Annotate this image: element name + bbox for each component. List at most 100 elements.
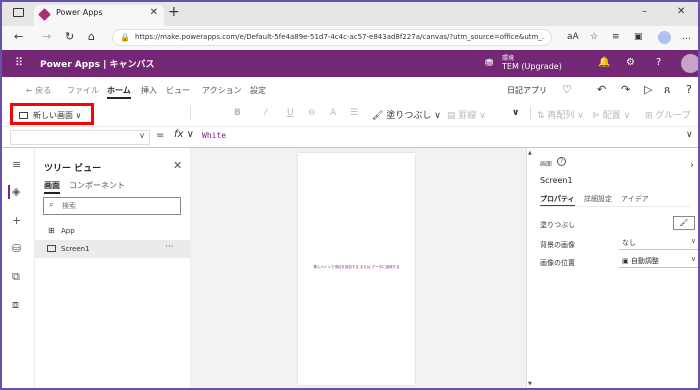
fx-label: fx <box>174 129 184 140</box>
address-bar: ← → ↻ ⌂ 🔒 https://make.powerapps.com/e/D… <box>2 26 698 50</box>
app-icon: ⊞ <box>48 226 55 235</box>
app-name-label: 日記アプリ <box>507 86 547 95</box>
scroll-up-icon[interactable]: ▲ <box>528 150 532 156</box>
menu-settings[interactable]: 設定 <box>250 85 266 96</box>
minimize-icon[interactable]: – <box>642 6 647 17</box>
redo-icon[interactable]: ↷ <box>621 83 630 96</box>
share-icon[interactable]: ጸ <box>664 83 670 97</box>
help-question-icon[interactable]: ? <box>686 83 692 96</box>
fill-color-button[interactable]: 🖌 <box>673 216 695 230</box>
app-checker-icon[interactable]: ♡ <box>562 83 572 96</box>
fx-button[interactable]: fx ∨ <box>174 129 194 140</box>
tab-close-icon[interactable]: ✕ <box>150 7 158 18</box>
more-icon[interactable]: … <box>682 32 691 42</box>
tab-components[interactable]: コンポーネント <box>69 180 125 191</box>
equals-sign: = <box>156 130 165 141</box>
environment-label: 環境 <box>502 55 515 62</box>
menu-view[interactable]: ビュー <box>166 85 190 96</box>
font-size-icon[interactable]: A <box>330 108 336 118</box>
favorite-icon[interactable]: ☆ <box>590 32 598 42</box>
canvas-scrollbar[interactable]: ▲ ▼ <box>526 148 534 388</box>
menu-file[interactable]: ファイル <box>67 85 99 96</box>
scroll-down-icon[interactable]: ▼ <box>528 381 532 387</box>
new-screen-label: 新しい画面 ∨ <box>33 111 82 120</box>
hamburger-menu-icon[interactable]: ≡ <box>12 158 21 171</box>
profile-icon[interactable] <box>658 31 671 44</box>
app-title: Power Apps | キャンバス <box>40 60 155 70</box>
underline-icon[interactable]: U <box>287 108 294 118</box>
window-close-icon[interactable]: ✕ <box>677 6 685 17</box>
tree-view-icon[interactable]: ◈ <box>12 185 20 198</box>
italic-icon[interactable]: / <box>264 108 267 118</box>
reorder-label: 再配列 <box>547 111 575 121</box>
chevron-right-icon[interactable]: › <box>690 160 694 171</box>
tree-item-screen1[interactable]: Screen1 ··· <box>35 240 190 258</box>
home-icon[interactable]: ⌂ <box>88 30 95 43</box>
advanced-tools-icon[interactable]: ⧈ <box>12 298 19 312</box>
group-button[interactable]: ⊞ グループ <box>645 108 691 121</box>
menu-insert[interactable]: 挿入 <box>141 85 157 96</box>
undo-icon[interactable]: ↶ <box>597 83 606 96</box>
search-input[interactable] <box>62 199 172 213</box>
image-position-value: ▣ 自動調整 <box>622 257 659 265</box>
tree-view-panel: ツリー ビュー ✕ 画面 コンポーネント ⌕ ⊞ App Screen1 ··· <box>35 148 191 388</box>
border-label: 罫線 <box>458 111 477 121</box>
app-header: ⠿ Power Apps | キャンバス ⛃ 環境 TEM (Upgrade) … <box>2 50 698 77</box>
align-button[interactable]: ⊫ 配置 ∨ <box>592 108 630 121</box>
tab-ideas[interactable]: アイデア <box>621 194 649 204</box>
border-button[interactable]: ▤ 罫線 ∨ <box>447 108 486 121</box>
forward-arrow-icon[interactable]: → <box>42 30 51 43</box>
bold-icon[interactable]: B <box>234 108 241 118</box>
control-name[interactable]: Screen1 <box>540 176 573 185</box>
avatar[interactable] <box>681 54 698 73</box>
background-image-dropdown[interactable]: なし ∨ <box>619 236 698 250</box>
menu-action[interactable]: アクション <box>202 85 242 96</box>
fill-label: 塗りつぶし <box>386 111 432 121</box>
new-tab-button[interactable]: + <box>168 4 180 20</box>
expand-chevron-icon[interactable]: ∨ <box>512 108 519 118</box>
menu-home[interactable]: ホーム <box>107 85 131 99</box>
fill-button[interactable]: 🖌 塗りつぶし ∨ <box>372 108 441 121</box>
back-arrow-icon[interactable]: ← <box>14 30 23 43</box>
window-menu-icon[interactable] <box>13 8 24 17</box>
screen-icon <box>19 112 28 119</box>
align-text-icon[interactable]: ☰ <box>350 108 358 118</box>
waffle-icon[interactable]: ⠿ <box>15 56 23 69</box>
read-aloud-icon[interactable]: aA <box>567 32 579 42</box>
lock-icon: 🔒 <box>120 33 130 42</box>
screen-icon <box>47 245 56 252</box>
tab-advanced[interactable]: 詳細設定 <box>584 194 612 204</box>
ribbon-toolbar: 新しい画面 ∨ B / U ⊖ A ☰ 🖌 塗りつぶし ∨ ▤ 罫線 ∨ ∨ ⇅… <box>2 101 698 127</box>
media-icon[interactable]: ⧉ <box>12 270 20 284</box>
image-position-dropdown[interactable]: ▣ 自動調整 ∨ <box>619 254 698 268</box>
notifications-icon[interactable]: 🔔 <box>598 57 610 68</box>
insert-plus-icon[interactable]: + <box>12 214 21 227</box>
formula-input[interactable]: White <box>202 131 226 140</box>
back-button[interactable]: ← 戻る <box>26 85 51 96</box>
divider <box>190 106 191 120</box>
tree-item-app[interactable]: ⊞ App <box>35 222 190 240</box>
divider <box>540 206 690 207</box>
close-icon[interactable]: ✕ <box>173 159 182 172</box>
more-options-icon[interactable]: ··· <box>165 242 174 252</box>
environment-name[interactable]: TEM (Upgrade) <box>502 62 562 71</box>
new-screen-button[interactable]: 新しい画面 ∨ <box>10 103 94 125</box>
collections-icon[interactable]: ▣ <box>634 32 643 42</box>
url-field[interactable]: 🔒 https://make.powerapps.com/e/Default-5… <box>112 29 552 46</box>
refresh-icon[interactable]: ↻ <box>65 30 74 43</box>
browser-tab[interactable]: Power Apps ✕ <box>34 5 164 26</box>
help-icon[interactable]: ? <box>557 157 566 166</box>
strikethrough-icon[interactable]: ⊖ <box>308 108 316 118</box>
settings-gear-icon[interactable]: ⚙ <box>626 57 635 68</box>
property-dropdown[interactable]: ∨ <box>10 130 150 145</box>
favorites-icon[interactable]: ≡ <box>612 32 620 42</box>
canvas-hint: 挿入ペインで項目を追加する または データに接続する <box>313 265 400 269</box>
image-position-text: 自動調整 <box>630 257 659 265</box>
play-icon[interactable]: ▷ <box>644 83 652 96</box>
reorder-button[interactable]: ⇅ 再配列 ∨ <box>537 108 584 121</box>
screen-canvas[interactable]: 挿入ペインで項目を追加する または データに接続する <box>298 153 415 385</box>
data-icon[interactable]: ⛁ <box>12 242 21 255</box>
help-icon[interactable]: ? <box>656 57 661 68</box>
tab-screens[interactable]: 画面 <box>44 180 60 194</box>
expand-formula-icon[interactable]: ∨ <box>686 130 693 140</box>
